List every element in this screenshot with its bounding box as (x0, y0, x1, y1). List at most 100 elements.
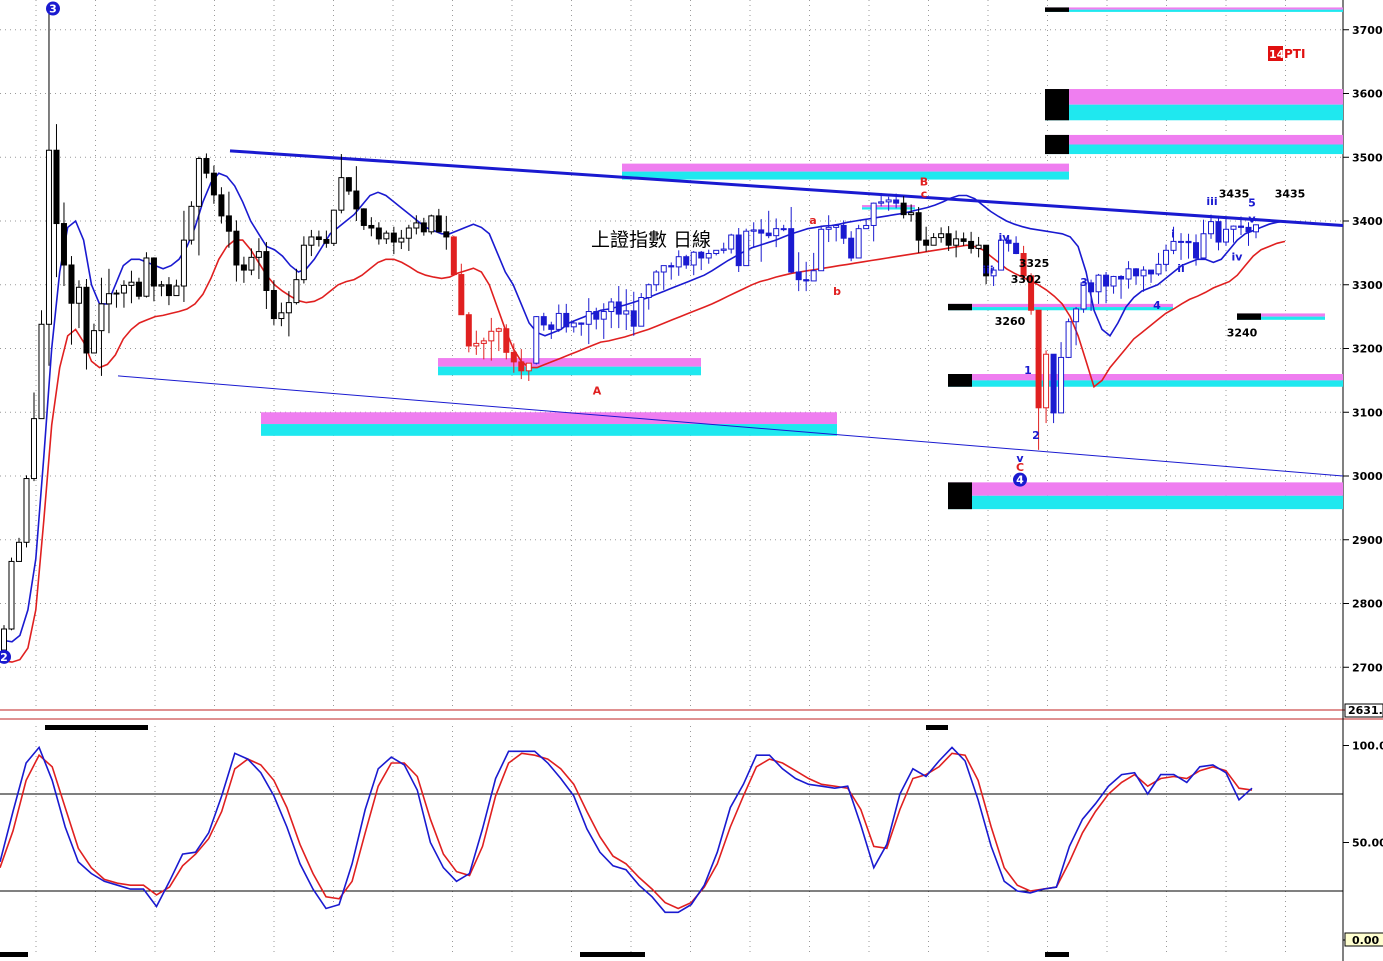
wave-label: a (809, 214, 816, 227)
candle-body (68, 264, 75, 304)
candle-body (30, 418, 37, 480)
zone-magenta (1045, 134, 1343, 145)
candle-body (398, 237, 405, 243)
zone-magenta (948, 374, 1343, 381)
candle-body (428, 215, 435, 233)
scroll-marker (0, 952, 28, 957)
candle-body (8, 560, 15, 630)
wave-label: 3302 (1011, 273, 1042, 286)
scroll-marker (926, 725, 948, 730)
scroll-marker (1045, 952, 1069, 957)
candle-body (270, 289, 277, 320)
price-tick-label: 3700.0 (1352, 24, 1383, 37)
wave-label: iv (1232, 251, 1244, 264)
candle-body (518, 361, 525, 372)
wave-label: 3435 (1219, 187, 1250, 200)
candle-body (450, 236, 457, 276)
candle-body (923, 239, 930, 246)
candle-body (1253, 224, 1259, 233)
candle-body (375, 227, 382, 240)
candle-body (908, 212, 915, 216)
price-tick-label: 3500.0 (1352, 151, 1383, 164)
wave-label: B (920, 175, 928, 188)
candle-body (1103, 274, 1110, 287)
candle-body (698, 251, 705, 259)
candle-body (83, 286, 90, 354)
candle-body (323, 238, 330, 244)
candle-body (180, 239, 187, 287)
candle-body (1223, 228, 1230, 243)
candle-body (23, 478, 30, 543)
candle-body (315, 236, 322, 240)
wave-label: v (1016, 452, 1024, 465)
stock-chart: 324ABcabCv12345iiiiiiivviiiiv33253302326… (0, 0, 1383, 961)
candle-body (638, 297, 645, 327)
wave-label: iv (999, 231, 1011, 244)
candle-body (1148, 269, 1155, 275)
candle-body (233, 230, 240, 266)
zone-magenta (948, 482, 1343, 496)
candle-body (248, 256, 255, 271)
zone-marker (1237, 313, 1261, 320)
candle-body (1238, 225, 1245, 228)
badge-text: PTI (1284, 47, 1305, 61)
candle-body (1073, 308, 1080, 323)
candle-body (563, 312, 570, 328)
candle-body (585, 311, 592, 325)
zone-cyan (622, 171, 1069, 180)
candle-body (945, 233, 952, 246)
candle-body (728, 234, 735, 250)
zone-cyan (1045, 144, 1343, 155)
candle-body (540, 316, 547, 326)
candle-body (765, 232, 772, 237)
candle-body (90, 330, 97, 354)
candle-body (758, 229, 765, 234)
zone-cyan (948, 495, 1343, 510)
candle-body (1050, 353, 1057, 414)
zone-cyan (948, 380, 1343, 387)
candle-body (338, 177, 345, 211)
wave-label: 2 (0, 651, 8, 664)
candle-body (120, 284, 127, 294)
candle-body (495, 328, 502, 332)
candle-body (458, 274, 465, 316)
candle-body (420, 222, 427, 233)
candle-body (893, 199, 900, 204)
zone-marker (948, 482, 972, 510)
wave-label: 3435 (1275, 187, 1306, 200)
candle-body (510, 351, 517, 363)
candle-body (240, 264, 247, 271)
candle-body (188, 205, 195, 241)
wave-label: iii (982, 263, 993, 276)
candle-body (1193, 242, 1200, 259)
candle-body (720, 248, 727, 251)
stoch-tick-label: 50.00 (1352, 837, 1383, 850)
candle-body (1133, 268, 1140, 277)
candle-body (263, 251, 270, 291)
candle-body (578, 322, 585, 325)
candle-body (593, 311, 600, 320)
candle-body (158, 284, 165, 287)
candle-body (413, 222, 420, 229)
zone-magenta (261, 412, 837, 425)
candle-body (615, 301, 622, 315)
candle-body (143, 257, 150, 297)
candle-body (1065, 321, 1072, 358)
wave-label: 4 (1153, 299, 1161, 312)
candle-body (45, 149, 52, 325)
price-tick-label: 3600.0 (1352, 88, 1383, 101)
candle-body (1185, 240, 1192, 244)
candle-body (960, 238, 967, 242)
candle-body (480, 340, 487, 344)
candle-body (135, 281, 142, 297)
candle-body (308, 236, 315, 246)
stoch-tick-label: 0.00 (1352, 934, 1379, 947)
wave-label: 2 (1032, 429, 1040, 442)
zone-marker (1045, 7, 1069, 12)
candle-body (128, 281, 135, 286)
candle-body (1095, 274, 1102, 293)
zone-marker (1045, 134, 1069, 155)
price-tick-label: 2700.0 (1352, 661, 1383, 674)
candle-body (1110, 275, 1117, 287)
candle-body (60, 223, 67, 266)
